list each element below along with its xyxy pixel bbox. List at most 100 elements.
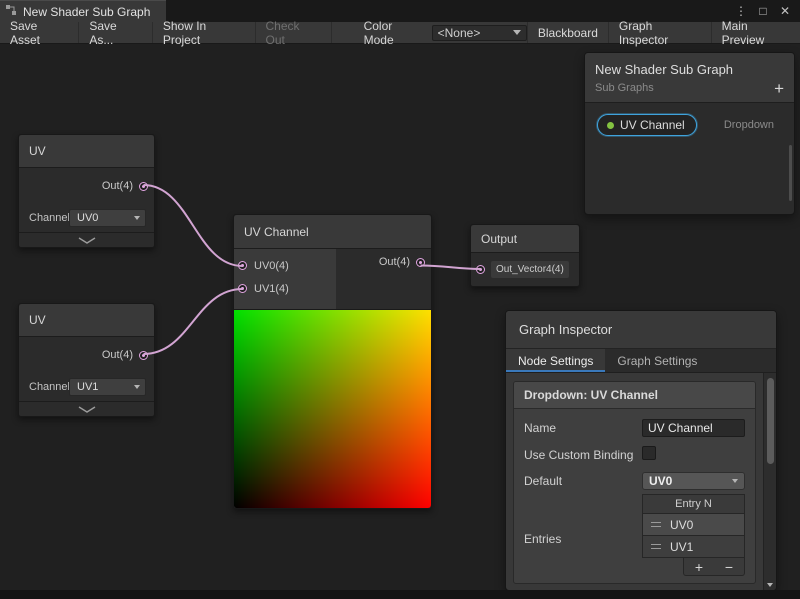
chevron-down-icon: [78, 237, 96, 244]
window-bottom-edge: [0, 590, 800, 599]
maximize-icon[interactable]: □: [754, 4, 772, 18]
tab-node-settings[interactable]: Node Settings: [506, 349, 605, 372]
check-out-button: Check Out: [256, 22, 332, 43]
use-custom-binding-checkbox[interactable]: [642, 446, 656, 460]
input-row-uv1: UV1(4): [234, 277, 336, 300]
blackboard-subtitle: Sub Graphs: [595, 82, 784, 94]
input-port-icon[interactable]: [238, 284, 247, 293]
drag-handle-icon[interactable]: [651, 522, 661, 527]
blackboard-scrollbar[interactable]: [789, 145, 792, 201]
dropdown-arrow-icon: [732, 479, 738, 483]
node-uv-top[interactable]: UV Out(4) Channel UV0: [18, 134, 155, 248]
blackboard-toggle-button[interactable]: Blackboard: [527, 22, 608, 43]
dropdown-arrow-icon: [134, 385, 140, 389]
kebab-menu-icon[interactable]: ⋮: [732, 4, 750, 18]
node-uv-channel[interactable]: UV Channel UV0(4) UV1(4) Out(4): [233, 214, 432, 509]
node-uv-bottom-out-row: Out(4): [19, 337, 154, 373]
scrollbar-down-arrow-icon[interactable]: [767, 583, 773, 587]
node-collapse-button[interactable]: [19, 401, 154, 416]
channel-value: UV1: [77, 381, 98, 393]
graph-inspector-panel[interactable]: Graph Inspector Node Settings Graph Sett…: [505, 310, 777, 591]
node-output-body: Out_Vector4(4): [471, 253, 579, 286]
use-custom-binding-label: Use Custom Binding: [524, 446, 642, 462]
property-pill-uv-channel[interactable]: UV Channel: [597, 114, 697, 136]
out-port-label: Out(4): [379, 256, 410, 268]
section-fields: Name Use Custom Binding Default UV0: [514, 409, 755, 576]
property-pill-label: UV Channel: [620, 118, 685, 132]
node-uv-top-header[interactable]: UV: [19, 135, 154, 168]
graph-inspector-title: Graph Inspector: [519, 322, 612, 337]
input-port-label: UV1(4): [254, 283, 289, 295]
close-icon[interactable]: ✕: [776, 4, 794, 18]
node-uv-top-channel-row: Channel UV0: [19, 204, 154, 232]
remove-entry-button[interactable]: −: [725, 560, 733, 574]
dropdown-arrow-icon: [134, 216, 140, 220]
save-asset-button[interactable]: Save Asset: [0, 22, 79, 43]
node-uv-bottom[interactable]: UV Out(4) Channel UV1: [18, 303, 155, 417]
node-title: UV: [29, 144, 46, 158]
blackboard-header: New Shader Sub Graph Sub Graphs +: [585, 53, 794, 103]
channel-value: UV0: [77, 212, 98, 224]
node-uv-bottom-header[interactable]: UV: [19, 304, 154, 337]
exposed-dot-icon: [607, 122, 614, 129]
channel-label: Channel: [29, 212, 69, 224]
node-output[interactable]: Output Out_Vector4(4): [470, 224, 580, 287]
document-tab-label: New Shader Sub Graph: [23, 5, 150, 19]
input-port-label: UV0(4): [254, 260, 289, 272]
entries-label: Entries: [524, 494, 642, 546]
input-port-icon[interactable]: [238, 261, 247, 270]
entry-row-uv1[interactable]: UV1: [642, 536, 745, 558]
tab-graph-settings[interactable]: Graph Settings: [605, 349, 709, 372]
node-output-header[interactable]: Output: [471, 225, 579, 253]
drag-handle-icon[interactable]: [651, 544, 661, 549]
shader-graph-window: New Shader Sub Graph ⋮ □ ✕ Save Asset Sa…: [0, 0, 800, 599]
output-port-label: Out_Vector4(4): [491, 261, 569, 278]
name-label: Name: [524, 419, 642, 435]
entry-list-header: Entry N: [642, 494, 745, 514]
channel-dropdown[interactable]: UV0: [69, 209, 146, 227]
node-title: UV: [29, 313, 46, 327]
name-input[interactable]: [642, 419, 745, 437]
save-as-button[interactable]: Save As...: [79, 22, 153, 43]
out-port-label: Out(4): [102, 349, 133, 361]
entry-row-uv0[interactable]: UV0: [642, 514, 745, 536]
graph-toolbar: Save Asset Save As... Show In Project Ch…: [0, 22, 800, 44]
out-port-label: Out(4): [102, 180, 133, 192]
out-port-icon[interactable]: [139, 182, 148, 191]
node-collapse-button[interactable]: [19, 232, 154, 247]
add-property-button[interactable]: +: [774, 80, 784, 97]
channel-label: Channel: [29, 381, 69, 393]
blackboard-item-row: UV Channel Dropdown: [585, 103, 794, 136]
node-uv-top-out-row: Out(4): [19, 168, 154, 204]
node-title: UV Channel: [244, 225, 309, 239]
chevron-down-icon: [78, 406, 96, 413]
color-mode-value: <None>: [438, 26, 481, 40]
default-label: Default: [524, 472, 642, 488]
out-port-icon[interactable]: [416, 258, 425, 267]
default-dropdown[interactable]: UV0: [642, 472, 745, 490]
input-port-icon[interactable]: [476, 265, 485, 274]
input-ports-section: UV0(4) UV1(4): [234, 249, 336, 309]
scrollbar-thumb[interactable]: [767, 378, 774, 464]
default-value: UV0: [649, 474, 672, 488]
color-mode-group: Color Mode <None>: [364, 22, 527, 43]
node-uv-channel-header[interactable]: UV Channel: [234, 215, 431, 249]
color-mode-dropdown[interactable]: <None>: [432, 25, 527, 41]
entry-label: UV0: [670, 518, 693, 532]
graph-inspector-toggle-button[interactable]: Graph Inspector: [608, 22, 711, 43]
graph-inspector-header: Graph Inspector: [506, 311, 776, 349]
show-in-project-button[interactable]: Show In Project: [153, 22, 256, 43]
main-preview-toggle-button[interactable]: Main Preview: [711, 22, 800, 43]
section-title: Dropdown: UV Channel: [514, 382, 755, 409]
blackboard-panel[interactable]: New Shader Sub Graph Sub Graphs + UV Cha…: [584, 52, 795, 215]
add-entry-button[interactable]: +: [695, 560, 703, 574]
node-uv-bottom-channel-row: Channel UV1: [19, 373, 154, 401]
entries-field-row: Entries Entry N UV0 UV1: [524, 494, 745, 576]
node-title: Output: [481, 232, 517, 246]
out-port-icon[interactable]: [139, 351, 148, 360]
channel-dropdown[interactable]: UV1: [69, 378, 146, 396]
entry-list-footer-row: + −: [642, 558, 745, 576]
blackboard-title: New Shader Sub Graph: [595, 62, 784, 77]
color-mode-label: Color Mode: [364, 19, 424, 47]
inspector-scrollbar[interactable]: [763, 373, 776, 590]
